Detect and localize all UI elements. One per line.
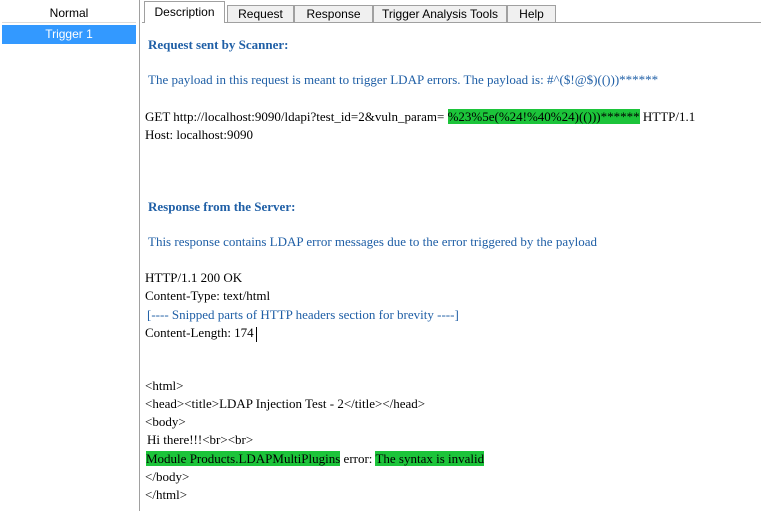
body-error-line: Module Products.LDAPMultiPlugins error: … <box>146 450 485 467</box>
request-summary: The payload in this request is meant to … <box>148 72 659 87</box>
tab-description[interactable]: Description <box>144 1 225 23</box>
tab-bar: Description Request Response Trigger Ana… <box>142 0 761 24</box>
trigger-list-item-normal[interactable]: Normal <box>2 4 136 23</box>
request-heading: Request sent by Scanner: <box>148 37 289 52</box>
body-body-close: </body> <box>145 469 190 484</box>
request-line-url: GET http://localhost:9090/ldapi?test_id=… <box>145 109 445 124</box>
body-html-close: </html> <box>145 487 188 502</box>
description-panel: Request sent by Scanner: The payload in … <box>142 23 761 511</box>
request-line: GET http://localhost:9090/ldapi?test_id=… <box>145 108 695 125</box>
content-length-text: Content-Length: 174 <box>145 325 254 340</box>
response-heading: Response from the Server: <box>148 199 296 214</box>
snipped-note: [---- Snipped parts of HTTP headers sect… <box>147 307 459 322</box>
text-caret <box>255 326 257 342</box>
trigger-list-item-trigger-1[interactable]: Trigger 1 <box>2 25 136 44</box>
trigger-list: Normal Trigger 1 <box>0 0 140 511</box>
error-word: error: <box>343 451 373 466</box>
content-type-line: Content-Type: text/html <box>145 288 271 303</box>
body-body-open: <body> <box>145 414 186 429</box>
body-greeting: Hi there!!!<br><br> <box>147 432 254 447</box>
content-length-line: Content-Length: 174 <box>145 324 257 342</box>
body-html-open: <html> <box>145 378 184 393</box>
tab-request[interactable]: Request <box>227 5 294 22</box>
request-line-protocol: HTTP/1.1 <box>642 109 696 124</box>
request-payload-highlight: %23%5e(%24!%40%24)(()))****** <box>447 109 640 124</box>
response-summary: This response contains LDAP error messag… <box>148 234 597 249</box>
status-line: HTTP/1.1 200 OK <box>145 270 243 285</box>
tab-response[interactable]: Response <box>294 5 373 22</box>
error-message-highlight: The syntax is invalid <box>375 451 485 466</box>
body-head-line: <head><title>LDAP Injection Test - 2</ti… <box>145 396 426 411</box>
error-module-highlight: Module Products.LDAPMultiPlugins <box>146 451 341 466</box>
host-line: Host: localhost:9090 <box>145 127 253 142</box>
tab-trigger-analysis-tools[interactable]: Trigger Analysis Tools <box>373 5 507 22</box>
tab-help[interactable]: Help <box>507 5 556 22</box>
